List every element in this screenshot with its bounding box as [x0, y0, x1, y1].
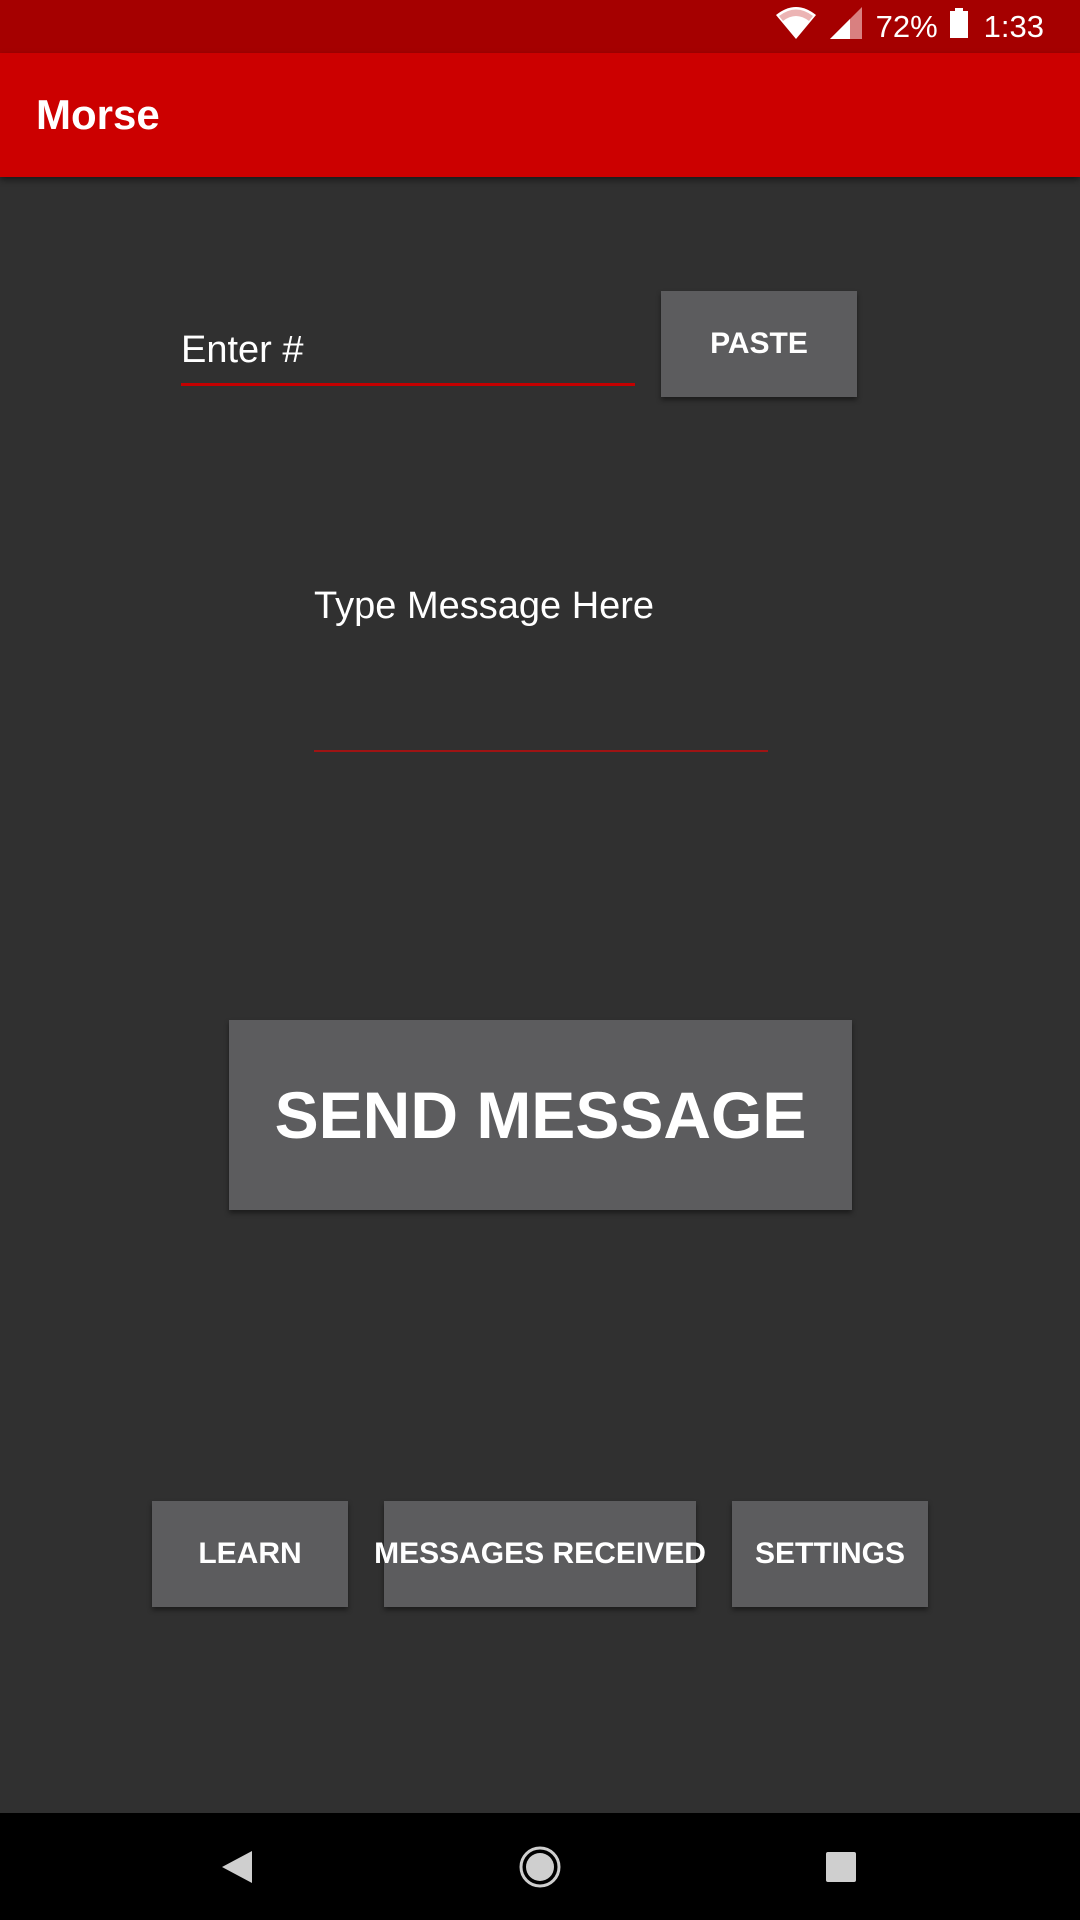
- paste-button[interactable]: PASTE: [661, 291, 857, 397]
- app-bar: Morse: [0, 53, 1080, 177]
- recents-icon[interactable]: [781, 1813, 901, 1920]
- status-bar: 72% 1:33: [0, 0, 1080, 53]
- messages-received-button[interactable]: MESSAGES RECEIVED: [374, 1501, 706, 1607]
- clock: 1:33: [983, 8, 1044, 44]
- wifi-icon: [775, 6, 816, 47]
- battery-icon: [949, 7, 968, 46]
- message-field[interactable]: [314, 578, 768, 752]
- send-message-button[interactable]: SEND MESSAGE: [229, 1020, 852, 1210]
- message-input[interactable]: [314, 578, 768, 750]
- learn-button[interactable]: LEARN: [152, 1501, 348, 1607]
- signal-icon: [829, 6, 862, 47]
- number-field[interactable]: [181, 320, 635, 386]
- battery-percent: 72%: [875, 8, 938, 44]
- back-icon[interactable]: [177, 1813, 297, 1920]
- navigation-bar: [0, 1813, 1080, 1920]
- settings-button[interactable]: SETTINGS: [732, 1501, 928, 1607]
- home-icon[interactable]: [480, 1813, 600, 1920]
- app-title: Morse: [36, 91, 160, 138]
- number-input[interactable]: [181, 320, 635, 380]
